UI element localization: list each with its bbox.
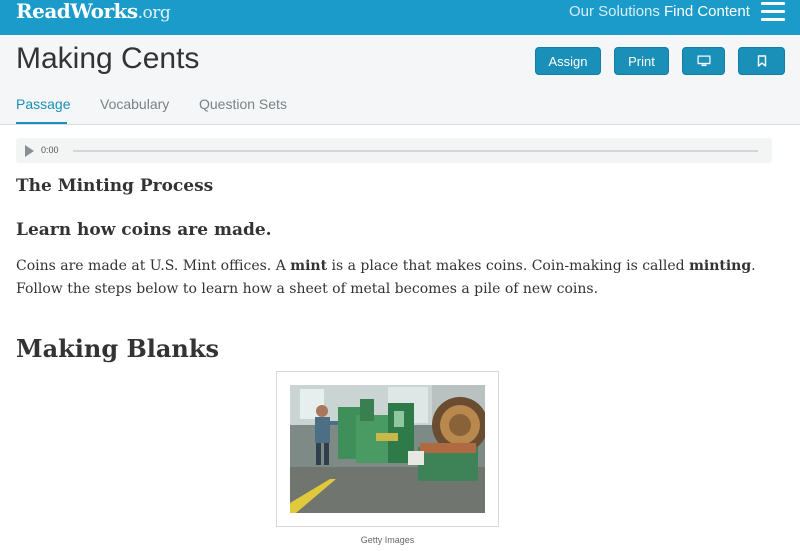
audio-time: 0:00 [41, 145, 59, 155]
nav-find-content[interactable]: Find Content [664, 3, 750, 20]
section-title: The Minting Process [16, 176, 214, 196]
bookmark-button[interactable] [738, 47, 785, 75]
active-tab-indicator [16, 122, 67, 124]
tab-passage[interactable]: Passage [16, 96, 70, 112]
page-title: Making Cents [16, 42, 200, 75]
audio-player: 0:00 [16, 138, 772, 163]
figure-caption: Getty Images [360, 535, 415, 545]
assign-button[interactable]: Assign [535, 47, 601, 75]
tab-vocabulary[interactable]: Vocabulary [100, 96, 169, 112]
logo-suffix: .org [137, 3, 171, 23]
logo-main: ReadWorks [16, 0, 138, 23]
nav-our-solutions[interactable]: Our Solutions [569, 3, 660, 20]
figure-frame [276, 371, 499, 527]
paragraph-text: Coins are made at U.S. Mint offices. A [16, 258, 291, 274]
top-navbar: ReadWorks.org Our Solutions Find Content [0, 0, 800, 35]
section-heading: Making Blanks [16, 334, 219, 363]
monitor-icon [697, 55, 710, 67]
audio-progress-bar[interactable] [73, 150, 758, 152]
hamburger-menu-icon[interactable] [761, 2, 785, 21]
present-button[interactable] [682, 47, 725, 75]
passage-header: Making Cents Assign Print Passage Vocabu… [0, 35, 800, 125]
play-icon[interactable] [25, 145, 34, 157]
readworks-logo[interactable]: ReadWorks.org [16, 0, 171, 23]
passage-subtitle: Learn how coins are made. [16, 220, 272, 240]
minting-machine-photo [290, 385, 485, 513]
paragraph-text: is a place that makes coins. Coin-making… [327, 258, 690, 274]
passage-paragraph: Coins are made at U.S. Mint offices. A m… [16, 255, 786, 301]
vocab-word-mint: mint [290, 258, 328, 274]
print-button[interactable]: Print [614, 47, 669, 75]
vocab-word-minting: minting [689, 258, 752, 274]
tab-question-sets[interactable]: Question Sets [199, 96, 287, 112]
bookmark-icon [757, 55, 766, 67]
